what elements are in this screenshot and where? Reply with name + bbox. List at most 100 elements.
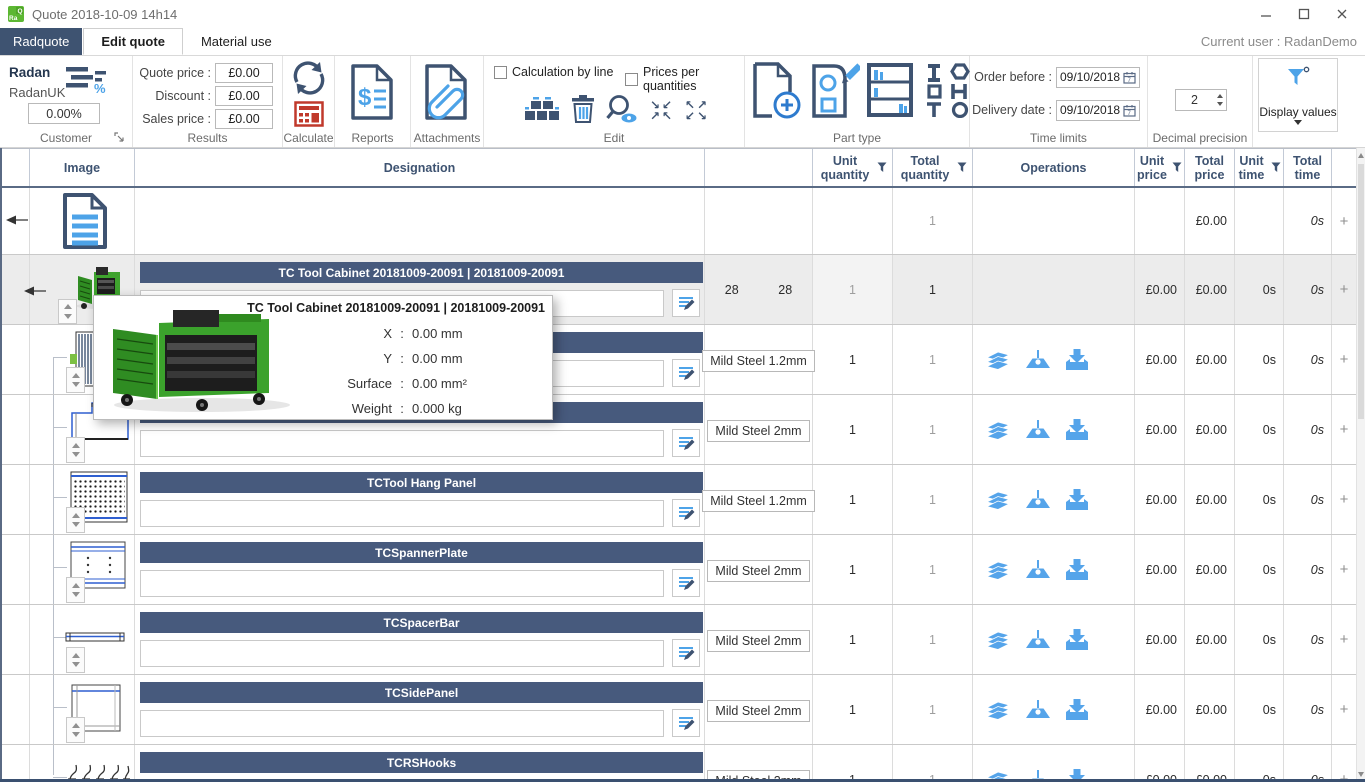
zoom-view-icon[interactable] (606, 94, 638, 127)
attachments-group[interactable]: Attachments (411, 56, 484, 147)
nesting-operation-icon[interactable] (985, 350, 1011, 370)
discount-input[interactable]: £0.00 (215, 86, 273, 106)
add-operation-button[interactable]: + (1340, 491, 1349, 508)
spinner-up-icon[interactable] (64, 304, 72, 309)
minimize-button[interactable] (1247, 0, 1285, 28)
nesting-operation-icon[interactable] (985, 560, 1011, 580)
maximize-button[interactable] (1285, 0, 1323, 28)
add-operation-button[interactable]: + (1340, 351, 1349, 368)
calculator-icon[interactable] (294, 101, 324, 130)
nesting-operation-icon[interactable] (985, 490, 1011, 510)
quote-price-input[interactable]: £0.00 (215, 63, 273, 83)
attachments-button-label[interactable]: Attachments (411, 131, 483, 145)
header-total-time[interactable]: Total time (1284, 149, 1332, 186)
delivery-date-input[interactable]: 09/10/20187 (1056, 100, 1140, 121)
spinner-down-icon[interactable] (64, 314, 72, 319)
calculation-by-line-checkbox[interactable] (494, 66, 507, 79)
display-values-button[interactable]: Display values (1258, 58, 1338, 132)
collapse-all-icon[interactable]: ↘↙↗↖ (649, 100, 673, 122)
expand-all-icon[interactable]: ↖↗↙↘ (684, 100, 708, 122)
part-row[interactable]: TCSidePanelMild Steel 2mm11£0.00£0.000s0… (0, 675, 1356, 745)
sync-arrows-icon[interactable] (291, 60, 327, 99)
material-selector[interactable]: Mild Steel 2mm (707, 560, 809, 582)
comment-input[interactable] (140, 430, 664, 457)
comment-input[interactable] (140, 570, 664, 597)
quantity-spinner[interactable] (58, 299, 77, 324)
tab-material-use[interactable]: Material use (184, 28, 289, 55)
tab-edit-quote[interactable]: Edit quote (83, 28, 183, 55)
spinner-down-icon[interactable] (72, 522, 80, 527)
import-operation-icon[interactable] (1065, 489, 1089, 511)
spinner-down-icon[interactable] (72, 452, 80, 457)
collapse-arrow-icon[interactable] (5, 214, 29, 229)
quantity-spinner[interactable] (66, 507, 85, 533)
dialog-launcher-icon[interactable] (114, 131, 126, 143)
spinner-up-icon[interactable] (72, 653, 80, 658)
stepper-up-icon[interactable] (1217, 94, 1223, 98)
reports-button-label[interactable]: Reports (335, 131, 410, 145)
spinner-down-icon[interactable] (72, 592, 80, 597)
stepper-down-icon[interactable] (1217, 102, 1223, 106)
spinner-up-icon[interactable] (72, 443, 80, 448)
quantity-spinner[interactable] (66, 577, 85, 603)
import-operation-icon[interactable] (1065, 559, 1089, 581)
bending-operation-icon[interactable] (1025, 560, 1051, 580)
spinner-up-icon[interactable] (72, 583, 80, 588)
reports-group[interactable]: $ Reports (335, 56, 411, 147)
calculate-button-label[interactable]: Calculate (283, 131, 334, 145)
spinner-down-icon[interactable] (72, 382, 80, 387)
nesting-operation-icon[interactable] (985, 420, 1011, 440)
stock-shelf-icon[interactable] (866, 62, 916, 123)
spinner-up-icon[interactable] (72, 373, 80, 378)
header-unit-time[interactable]: Unit time (1235, 149, 1284, 186)
header-image[interactable]: Image (30, 149, 135, 186)
import-operation-icon[interactable] (1065, 629, 1089, 651)
attachment-paperclip-icon[interactable] (421, 63, 473, 124)
prices-per-quantities-option[interactable]: Prices per quantities (625, 65, 744, 93)
scrollbar-thumb[interactable] (1358, 164, 1364, 419)
part-row[interactable]: TCSpannerPlateMild Steel 2mm11£0.00£0.00… (0, 535, 1356, 605)
header-operations[interactable]: Operations (973, 149, 1135, 186)
nesting-operation-icon[interactable] (985, 700, 1011, 720)
nesting-operation-icon[interactable] (985, 630, 1011, 650)
material-selector[interactable]: Mild Steel 1.2mm (702, 350, 815, 372)
material-selector[interactable]: Mild Steel 2mm (707, 700, 809, 722)
spinner-down-icon[interactable] (72, 662, 80, 667)
profile-shapes-icon[interactable] (922, 62, 972, 123)
part-row[interactable]: TCTool Hang PanelMild Steel 1.2mm11£0.00… (0, 465, 1356, 535)
bending-operation-icon[interactable] (1025, 350, 1051, 370)
part-row[interactable]: TCRSHooksMild Steel 2mm11£0.00£0.000s0s+ (0, 745, 1356, 780)
add-operation-button[interactable]: + (1340, 213, 1349, 230)
add-operation-button[interactable]: + (1340, 631, 1349, 648)
vertical-scrollbar[interactable] (1356, 148, 1365, 782)
comment-input[interactable] (140, 500, 664, 527)
note-button[interactable] (672, 429, 700, 457)
customer-discount-input[interactable]: 0.00% (28, 103, 100, 124)
report-document-icon[interactable]: $ (347, 63, 399, 124)
scroll-down-icon[interactable] (1358, 772, 1364, 777)
note-button[interactable] (672, 359, 700, 387)
bending-operation-icon[interactable] (1025, 630, 1051, 650)
add-operation-button[interactable]: + (1340, 701, 1349, 718)
quantity-spinner[interactable] (66, 437, 85, 463)
tab-radquote[interactable]: Radquote (0, 28, 82, 55)
header-designation[interactable]: Designation (135, 149, 705, 186)
prices-per-quantities-checkbox[interactable] (625, 73, 638, 86)
calculation-by-line-option[interactable]: Calculation by line (494, 65, 613, 79)
quote-row[interactable]: 1£0.000s+ (0, 188, 1356, 255)
quantity-spinner[interactable] (66, 717, 85, 743)
header-total-quantity[interactable]: Total quantity (893, 149, 973, 186)
bricks-icon[interactable] (524, 96, 560, 125)
add-operation-button[interactable]: + (1340, 281, 1349, 298)
bending-operation-icon[interactable] (1025, 700, 1051, 720)
add-operation-button[interactable]: + (1340, 421, 1349, 438)
quantity-spinner[interactable] (66, 647, 85, 673)
add-operation-button[interactable]: + (1340, 561, 1349, 578)
comment-input[interactable] (140, 640, 664, 667)
scroll-up-icon[interactable] (1358, 153, 1364, 158)
header-unit-price[interactable]: Unit price (1135, 149, 1185, 186)
import-operation-icon[interactable] (1065, 419, 1089, 441)
sales-price-input[interactable]: £0.00 (215, 109, 273, 129)
import-operation-icon[interactable] (1065, 349, 1089, 371)
note-button[interactable] (672, 289, 700, 317)
